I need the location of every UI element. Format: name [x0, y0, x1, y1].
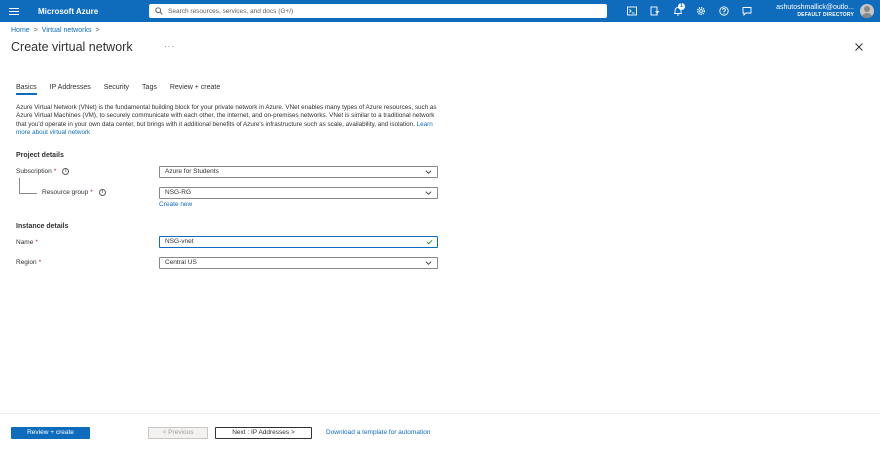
- top-bar: Microsoft Azure Search resources, servic…: [0, 0, 880, 22]
- breadcrumb-home[interactable]: Home: [11, 27, 30, 34]
- breadcrumb-virtual-networks[interactable]: Virtual networks: [42, 27, 92, 34]
- cloud-shell-button[interactable]: [620, 0, 643, 22]
- required-marker: *: [38, 259, 42, 266]
- wizard-tabs: Basics IP Addresses Security Tags Review…: [16, 84, 233, 95]
- check-icon: [426, 239, 433, 245]
- chevron-down-icon: [425, 170, 432, 174]
- required-marker: *: [90, 189, 93, 196]
- directory-filter-icon: [650, 6, 659, 16]
- tab-basics[interactable]: Basics: [16, 84, 37, 95]
- tree-connector: [19, 193, 37, 194]
- notifications-button[interactable]: 1: [666, 0, 689, 22]
- resource-group-value: NSG-RG: [165, 189, 191, 196]
- project-details-heading: Project details: [16, 152, 64, 159]
- help-icon: [718, 6, 729, 16]
- search-placeholder: Search resources, services, and docs (G+…: [168, 7, 294, 15]
- page-title: Create virtual network: [11, 40, 133, 54]
- next-ip-addresses-button[interactable]: Next : IP Addresses >: [215, 427, 312, 439]
- account-email: ashutoshmallick@outlo...: [776, 4, 854, 11]
- create-new-resource-group-link[interactable]: Create new: [159, 201, 192, 208]
- avatar[interactable]: [860, 4, 874, 18]
- tab-ip-addresses[interactable]: IP Addresses: [50, 84, 91, 95]
- vnet-name-input[interactable]: NSG-vnet: [159, 236, 438, 248]
- subscription-value: Azure for Students: [165, 168, 219, 175]
- chevron-down-icon: [425, 261, 432, 265]
- resource-group-select[interactable]: NSG-RG: [159, 187, 438, 199]
- region-select[interactable]: Central US: [159, 257, 438, 269]
- info-icon[interactable]: i: [98, 189, 106, 196]
- account-directory: DEFAULT DIRECTORY: [797, 12, 854, 18]
- close-icon[interactable]: [854, 42, 864, 52]
- required-marker: *: [53, 168, 57, 175]
- region-label: Region *: [16, 259, 41, 266]
- resource-group-label-text: Resource group: [42, 189, 89, 196]
- subscription-select[interactable]: Azure for Students: [159, 166, 438, 178]
- region-value: Central US: [165, 259, 197, 266]
- breadcrumb-separator: >: [95, 27, 100, 34]
- more-options-button[interactable]: ···: [164, 42, 175, 51]
- search-icon: [155, 7, 163, 15]
- instance-details-heading: Instance details: [16, 223, 69, 230]
- download-template-link[interactable]: Download a template for automation: [326, 429, 430, 436]
- resource-group-label: Resource group * i: [42, 189, 106, 196]
- help-button[interactable]: [712, 0, 735, 22]
- breadcrumb: Home > Virtual networks >: [11, 27, 100, 34]
- terminal-icon: [626, 6, 637, 16]
- name-label: Name *: [16, 239, 38, 246]
- review-create-button[interactable]: Review + create: [11, 427, 90, 439]
- tab-review-create[interactable]: Review + create: [170, 84, 220, 95]
- vnet-description: Azure Virtual Network (VNet) is the fund…: [16, 104, 441, 137]
- description-text: Azure Virtual Network (VNet) is the fund…: [16, 104, 437, 128]
- feedback-button[interactable]: [735, 0, 758, 22]
- directory-filter-button[interactable]: [643, 0, 666, 22]
- vnet-name-value: NSG-vnet: [165, 238, 194, 245]
- account-menu[interactable]: ashutoshmallick@outlo... DEFAULT DIRECTO…: [776, 3, 854, 19]
- tab-security[interactable]: Security: [104, 84, 129, 95]
- footer-divider: [0, 413, 880, 414]
- global-search-input[interactable]: Search resources, services, and docs (G+…: [149, 4, 607, 18]
- region-label-text: Region: [16, 259, 37, 266]
- info-icon[interactable]: i: [62, 168, 70, 175]
- subscription-label-text: Subscription: [16, 168, 52, 175]
- menu-icon[interactable]: [0, 0, 28, 22]
- feedback-icon: [742, 7, 751, 16]
- subscription-label: Subscription * i: [16, 168, 70, 175]
- brand-title[interactable]: Microsoft Azure: [38, 7, 148, 16]
- tab-tags[interactable]: Tags: [142, 84, 157, 95]
- settings-button[interactable]: [689, 0, 712, 22]
- name-label-text: Name: [16, 239, 34, 246]
- chevron-down-icon: [425, 191, 432, 195]
- tree-connector: [19, 178, 20, 193]
- previous-button: < Previous: [148, 427, 208, 439]
- notification-badge: 1: [678, 3, 685, 10]
- breadcrumb-separator: >: [33, 27, 38, 34]
- required-marker: *: [35, 239, 38, 246]
- gear-icon: [696, 7, 705, 15]
